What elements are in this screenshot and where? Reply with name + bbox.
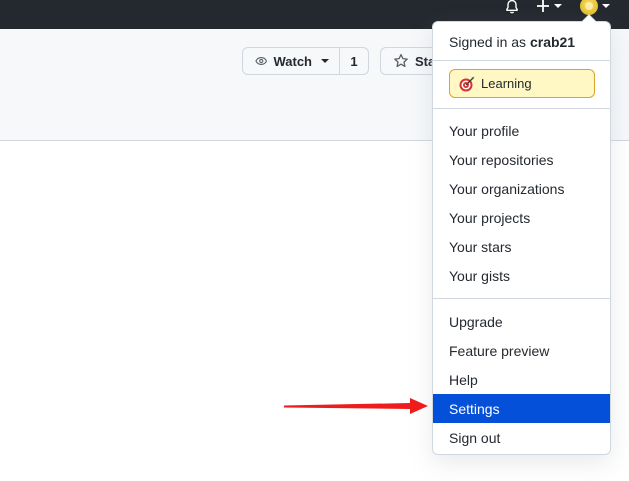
menu-item-settings[interactable]: Settings: [433, 394, 610, 423]
menu-item-feature-preview[interactable]: Feature preview: [433, 336, 610, 365]
chevron-down-icon: [554, 4, 562, 8]
watch-button[interactable]: Watch: [242, 47, 340, 75]
menu-item-upgrade[interactable]: Upgrade: [433, 307, 610, 336]
menu-item-your-repositories[interactable]: Your repositories: [433, 145, 610, 174]
menu-item-your-gists[interactable]: Your gists: [433, 261, 610, 290]
signed-in-prefix: Signed in as: [449, 34, 527, 50]
menu-item-your-projects[interactable]: Your projects: [433, 203, 610, 232]
signed-in-header: Signed in as crab21: [449, 34, 575, 50]
menu-item-sign-out[interactable]: Sign out: [433, 423, 610, 452]
menu-divider: [433, 108, 610, 109]
create-new-button[interactable]: [536, 0, 562, 15]
watch-button-group: Watch 1: [242, 47, 369, 75]
user-menu-button[interactable]: [580, 0, 610, 15]
plus-icon: [537, 0, 549, 12]
status-text: Learning: [481, 76, 532, 91]
watch-label: Watch: [273, 53, 312, 69]
bell-icon[interactable]: [503, 0, 521, 14]
dart-target-icon: [458, 75, 476, 93]
star-icon: [394, 53, 408, 68]
menu-item-your-organizations[interactable]: Your organizations: [433, 174, 610, 203]
username: crab21: [529, 34, 576, 50]
menu-item-help[interactable]: Help: [433, 365, 610, 394]
chevron-down-icon: [321, 59, 329, 63]
menu-item-your-profile[interactable]: Your profile: [433, 116, 610, 145]
chevron-down-icon: [602, 4, 610, 8]
menu-item-your-stars[interactable]: Your stars: [433, 232, 610, 261]
eye-icon: [255, 57, 268, 65]
user-dropdown-menu: Signed in as crab21 Learning Your profil…: [432, 14, 611, 455]
watch-count[interactable]: 1: [340, 47, 369, 75]
status-button[interactable]: Learning: [449, 69, 595, 98]
avatar: [580, 0, 598, 15]
menu-divider: [433, 298, 610, 299]
menu-divider: [433, 60, 610, 61]
